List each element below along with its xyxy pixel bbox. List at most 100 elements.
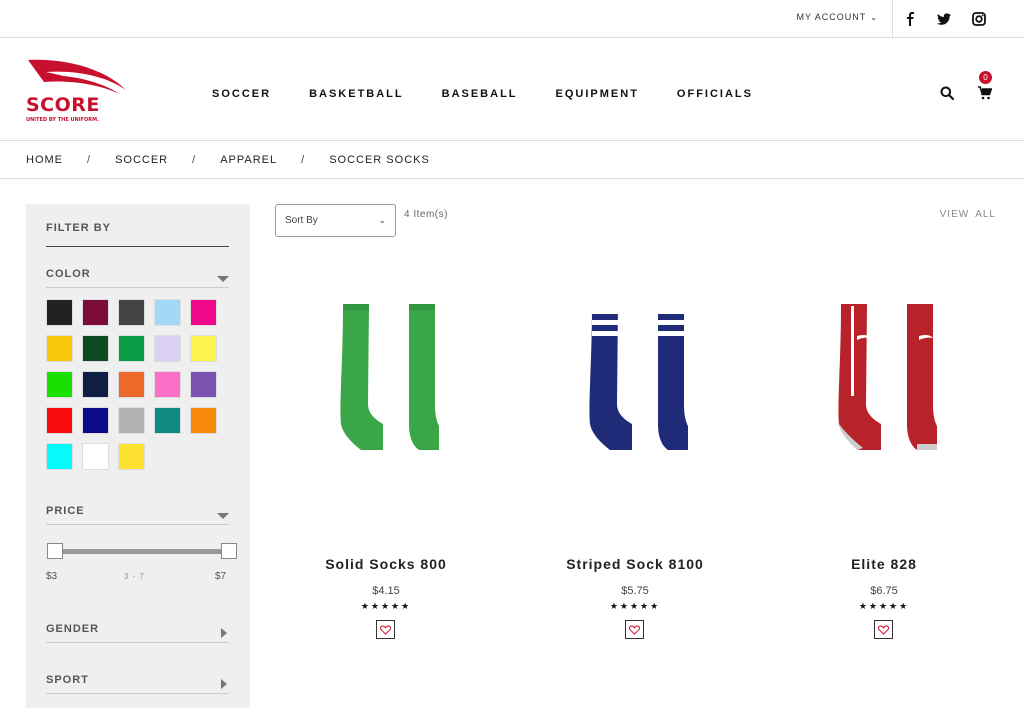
sort-by-select[interactable]: Sort By ⌄ <box>275 204 396 237</box>
price-max-label: $7 <box>215 571 227 582</box>
cart-count-badge: 0 <box>979 71 992 84</box>
divider <box>46 642 229 643</box>
breadcrumb-separator: / <box>192 153 197 166</box>
triangle-right-icon[interactable] <box>221 628 227 638</box>
all-label: ALL <box>975 209 996 220</box>
product-rating: ★★★★★ <box>858 601 910 611</box>
search-icon[interactable] <box>940 86 955 101</box>
price-slider-track[interactable] <box>56 549 229 554</box>
product-price: $6.75 <box>870 585 898 597</box>
logo-swoosh <box>28 59 126 94</box>
twitter-icon[interactable] <box>937 12 951 26</box>
divider <box>46 246 229 247</box>
my-account-label: MY ACCOUNT <box>796 12 867 22</box>
price-range-label: 3 - 7 <box>124 572 146 581</box>
price-filter-title[interactable]: PRICE <box>46 505 85 517</box>
heart-icon <box>380 624 391 635</box>
breadcrumb-separator: / <box>301 153 306 166</box>
nav-baseball[interactable]: BASEBALL <box>442 88 518 100</box>
divider <box>46 693 229 694</box>
logo-tagline: UNITED BY THE UNIFORM. <box>26 117 99 123</box>
top-utility-bar: MY ACCOUNT ⌄ <box>0 0 1024 38</box>
logo-wordmark: SCORE <box>26 94 100 116</box>
product-rating: ★★★★★ <box>609 601 661 611</box>
view-all-link[interactable]: VIEW ALL <box>934 209 996 220</box>
nav-equipment[interactable]: EQUIPMENT <box>556 88 639 100</box>
price-slider-max-handle[interactable] <box>221 543 237 559</box>
triangle-down-icon[interactable] <box>217 513 229 519</box>
color-swatch[interactable] <box>118 443 145 470</box>
color-swatch[interactable] <box>118 407 145 434</box>
nav-basketball[interactable]: BASKETBALL <box>309 88 404 100</box>
price-slider-min-handle[interactable] <box>47 543 63 559</box>
color-swatch[interactable] <box>46 299 73 326</box>
my-account-menu[interactable]: MY ACCOUNT ⌄ <box>796 12 878 22</box>
topbar-divider <box>892 0 893 38</box>
heart-icon <box>878 624 889 635</box>
wishlist-button[interactable] <box>376 620 395 639</box>
main-header: SCORE UNITED BY THE UNIFORM. SOCCER BASK… <box>0 38 1024 141</box>
color-swatch[interactable] <box>82 335 109 362</box>
sport-filter-title[interactable]: SPORT <box>46 674 89 686</box>
product-name[interactable]: Elite 828 <box>774 556 994 572</box>
color-swatch[interactable] <box>190 335 217 362</box>
sock-shape <box>340 304 439 450</box>
product-image[interactable] <box>819 300 949 460</box>
score-logo[interactable]: SCORE UNITED BY THE UNIFORM. <box>24 54 134 124</box>
color-swatch[interactable] <box>154 299 181 326</box>
cart-icon[interactable] <box>978 86 993 100</box>
color-swatch[interactable] <box>190 407 217 434</box>
color-swatch[interactable] <box>46 335 73 362</box>
breadcrumb: HOME / SOCCER / APPAREL / SOCCER SOCKS <box>0 141 1024 179</box>
view-label: VIEW <box>939 209 970 220</box>
breadcrumb-current: SOCCER SOCKS <box>329 153 430 166</box>
heart-icon <box>629 624 640 635</box>
breadcrumb-soccer[interactable]: SOCCER <box>115 154 168 166</box>
wishlist-button[interactable] <box>625 620 644 639</box>
sort-by-label: Sort By <box>285 215 318 226</box>
color-swatch[interactable] <box>82 299 109 326</box>
color-swatch[interactable] <box>190 299 217 326</box>
chevron-down-icon: ⌄ <box>870 13 878 22</box>
nav-soccer[interactable]: SOCCER <box>212 88 271 100</box>
color-swatch[interactable] <box>154 407 181 434</box>
items-count: 4 Item(s) <box>404 209 448 220</box>
divider <box>46 287 229 288</box>
gender-filter-title[interactable]: GENDER <box>46 623 99 635</box>
color-swatch[interactable] <box>154 335 181 362</box>
color-swatch[interactable] <box>190 371 217 398</box>
product-card[interactable]: Solid Socks 800 $4.15 ★★★★★ <box>276 300 496 639</box>
color-swatch[interactable] <box>118 335 145 362</box>
color-filter-title[interactable]: COLOR <box>46 268 91 280</box>
divider <box>46 524 229 525</box>
triangle-down-icon[interactable] <box>217 276 229 282</box>
color-swatch[interactable] <box>154 371 181 398</box>
wishlist-button[interactable] <box>874 620 893 639</box>
color-swatch[interactable] <box>82 407 109 434</box>
color-swatch[interactable] <box>46 371 73 398</box>
filter-sidebar: FILTER BY COLOR PRICE $3 3 - 7 $7 GENDER… <box>26 204 250 708</box>
facebook-icon[interactable] <box>904 12 918 26</box>
chevron-down-icon: ⌄ <box>378 215 386 225</box>
color-swatch[interactable] <box>82 443 109 470</box>
triangle-right-icon[interactable] <box>221 679 227 689</box>
breadcrumb-apparel[interactable]: APPAREL <box>220 154 277 166</box>
instagram-icon[interactable] <box>972 12 986 26</box>
color-swatch[interactable] <box>46 443 73 470</box>
breadcrumb-separator: / <box>87 153 92 166</box>
main-nav: SOCCER BASKETBALL BASEBALL EQUIPMENT OFF… <box>212 88 791 100</box>
color-swatch[interactable] <box>118 299 145 326</box>
color-swatch[interactable] <box>118 371 145 398</box>
product-image[interactable] <box>570 300 700 460</box>
color-swatch[interactable] <box>46 407 73 434</box>
product-card[interactable]: Elite 828 $6.75 ★★★★★ <box>774 300 994 639</box>
breadcrumb-home[interactable]: HOME <box>26 154 63 166</box>
product-name[interactable]: Striped Sock 8100 <box>525 556 745 572</box>
product-card[interactable]: Striped Sock 8100 $5.75 ★★★★★ <box>525 300 745 639</box>
product-image[interactable] <box>321 300 451 460</box>
product-price: $4.15 <box>372 585 400 597</box>
color-swatch-grid <box>46 299 226 470</box>
product-name[interactable]: Solid Socks 800 <box>276 556 496 572</box>
nav-officials[interactable]: OFFICIALS <box>677 88 753 100</box>
color-swatch[interactable] <box>82 371 109 398</box>
